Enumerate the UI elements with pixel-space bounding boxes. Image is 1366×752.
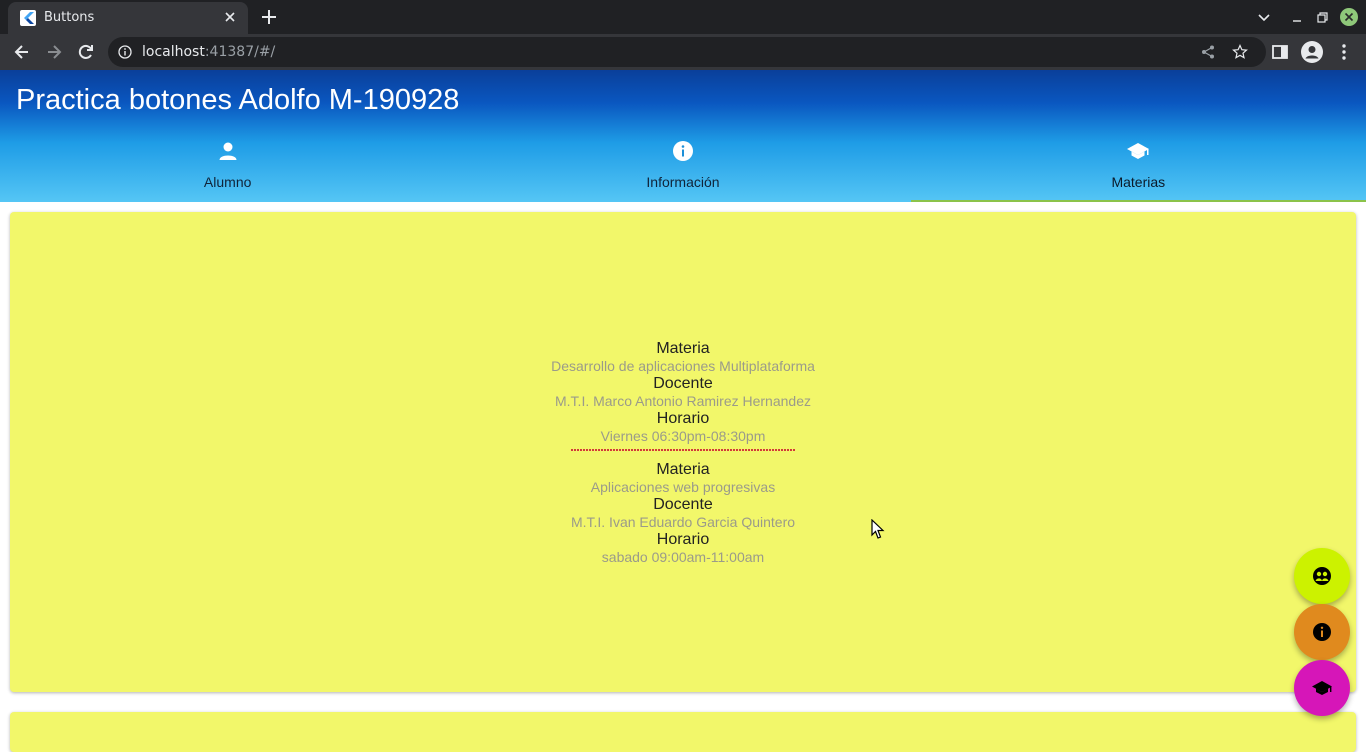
school-icon [1312, 681, 1332, 695]
app-bar: Practica botones Adolfo M-190928 Alumno … [0, 70, 1366, 202]
divider [571, 449, 795, 451]
info-fab-button[interactable] [1294, 604, 1350, 660]
horario-value: Viernes 06:30pm-08:30pm [600, 428, 766, 444]
browser-tab-title: Buttons [44, 10, 95, 25]
restore-icon[interactable] [1314, 9, 1330, 25]
page-title: Practica botones Adolfo M-190928 [16, 84, 460, 116]
materia-label: Materia [656, 340, 710, 357]
info-icon [672, 141, 693, 161]
materia-label: Materia [656, 461, 710, 478]
horario-label: Horario [656, 531, 710, 548]
tab-bar: Alumno Información Materias [0, 132, 1366, 202]
school-icon [1127, 143, 1150, 159]
share-icon[interactable] [1200, 44, 1216, 60]
flutter-icon [20, 10, 36, 26]
group-icon [1313, 567, 1331, 585]
close-icon[interactable] [222, 9, 238, 25]
person-icon [219, 142, 237, 160]
url-path: :41387/#/ [204, 44, 276, 60]
browser-toolbar: localhost:41387/#/ [0, 34, 1366, 70]
tab-label: Información [646, 174, 720, 190]
tab-informacion[interactable]: Información [455, 132, 910, 202]
new-tab-icon[interactable] [260, 8, 278, 26]
info-icon [1313, 623, 1331, 641]
horario-value: sabado 09:00am-11:00am [601, 549, 765, 565]
forward-icon[interactable] [44, 42, 64, 62]
list-item: Materia Desarrollo de aplicaciones Multi… [10, 340, 1356, 451]
profile-avatar-icon[interactable] [1301, 41, 1323, 63]
mouse-cursor-icon [871, 519, 885, 539]
materia-value: Aplicaciones web progresivas [590, 479, 776, 495]
materias-card: Materia Desarrollo de aplicaciones Multi… [10, 212, 1356, 692]
reload-icon[interactable] [76, 42, 96, 62]
back-icon[interactable] [12, 42, 32, 62]
address-bar[interactable]: localhost:41387/#/ [108, 37, 1266, 67]
chevron-down-icon[interactable] [1256, 9, 1272, 25]
bookmark-star-icon[interactable] [1232, 44, 1248, 60]
tab-indicator [910, 200, 1366, 202]
horario-label: Horario [656, 410, 710, 427]
docente-label: Docente [653, 496, 713, 513]
materias-list: Materia Desarrollo de aplicaciones Multi… [10, 340, 1356, 568]
browser-tabbar: Buttons [0, 0, 1366, 34]
materia-value: Desarrollo de aplicaciones Multiplatafor… [551, 358, 815, 374]
minimize-icon[interactable] [1289, 9, 1305, 25]
close-window-icon[interactable] [1340, 8, 1358, 26]
menu-kebab-icon[interactable] [1334, 42, 1354, 62]
url-host: localhost [142, 44, 205, 60]
docente-label: Docente [653, 375, 713, 392]
url-text[interactable]: localhost:41387/#/ [142, 44, 275, 60]
next-card [10, 712, 1356, 752]
group-fab-button[interactable] [1294, 548, 1350, 604]
school-fab-button[interactable] [1294, 660, 1350, 716]
list-item: Materia Aplicaciones web progresivas Doc… [10, 461, 1356, 566]
docente-value: M.T.I. Ivan Eduardo Garcia Quintero [570, 514, 796, 530]
site-info-icon[interactable] [118, 45, 132, 59]
docente-value: M.T.I. Marco Antonio Ramirez Hernandez [555, 393, 811, 409]
side-panel-icon[interactable] [1270, 42, 1290, 62]
tab-label: Alumno [203, 174, 252, 190]
tab-label: Materias [1111, 174, 1166, 190]
tab-materias[interactable]: Materias [910, 132, 1366, 202]
tab-alumno[interactable]: Alumno [0, 132, 455, 202]
browser-tab[interactable]: Buttons [8, 2, 248, 34]
